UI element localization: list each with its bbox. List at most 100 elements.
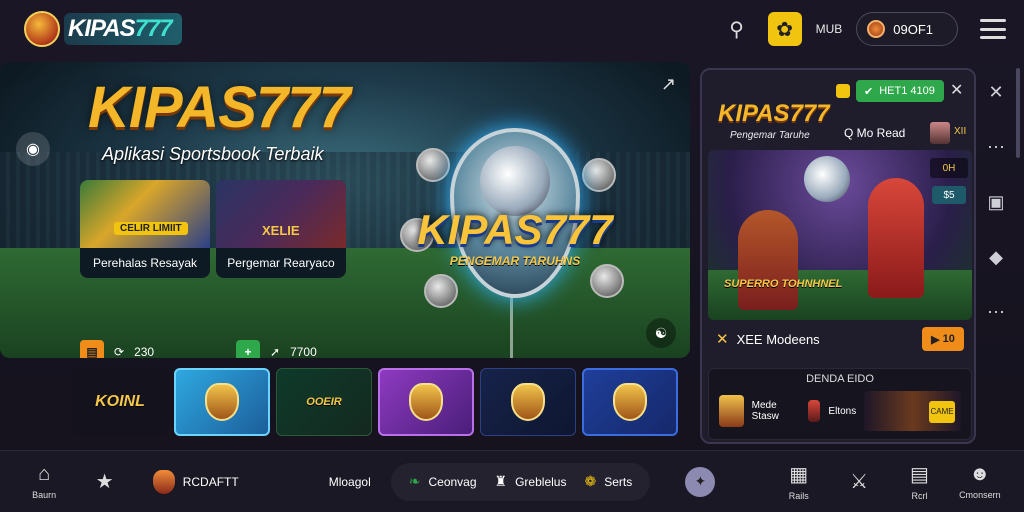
game-tile[interactable] (480, 368, 576, 436)
game-tile[interactable] (378, 368, 474, 436)
box-items: Mede Stasw Eltons CAME (709, 385, 971, 437)
game-tile[interactable] (174, 368, 270, 436)
chip[interactable]: ❁ Serts (584, 473, 632, 490)
coin-icon (590, 264, 624, 298)
media-chip[interactable]: $5 (932, 186, 966, 204)
logo-text: KIPAS777 (64, 13, 182, 45)
nav-label: Rails (788, 491, 809, 501)
promo-label: RCDAFTT (182, 474, 239, 489)
coin-icon (867, 20, 886, 38)
shield-icon: ♜ (494, 473, 508, 489)
settings-icon[interactable]: ✿ (767, 12, 802, 46)
scrollbar[interactable] (1016, 68, 1020, 158)
gift-icon[interactable]: ☯ (646, 318, 676, 348)
chip[interactable]: ❧ Ceonvag (409, 473, 477, 490)
nav-home[interactable]: ⌂ Baurn (14, 463, 74, 500)
flash-icon: ➚ (270, 345, 281, 358)
crest-icon[interactable] (719, 395, 744, 427)
plus-icon[interactable]: + (236, 340, 260, 358)
nav-favorites[interactable]: ★ (74, 469, 134, 494)
box-banner[interactable]: CAME (864, 391, 962, 431)
panel-row[interactable]: ✕ XEE Modeens ▶ 10 (708, 324, 972, 354)
balance-value: 09OF1 (893, 21, 933, 37)
spark-icon: ✦ (685, 466, 716, 497)
user-icon: ☻ (969, 463, 991, 485)
nav-label: Cmonsern (959, 490, 1001, 500)
lock-icon[interactable]: ▣ (987, 192, 1004, 213)
panel-header: ✔ HET1 4109 ✕ KIPAS777 Pengemar Taruhe Q … (708, 76, 974, 146)
avatar (930, 122, 950, 144)
hero-title: KIPAS777 (88, 75, 351, 140)
calendar-icon: ▦ (789, 464, 809, 486)
app-root: KIPAS777 ⚲ ✿ MUB 09OF1 ◉ KIPAS777 Aplika… (0, 0, 1024, 512)
match-label: Pergemar Rearyaco (227, 256, 335, 270)
panel-title: KIPAS777 (718, 100, 830, 127)
side-panel: ✔ HET1 4109 ✕ KIPAS777 Pengemar Taruhe Q … (700, 68, 976, 444)
wallet-icon[interactable]: ▤ (80, 340, 104, 358)
stat-value: 230 (134, 345, 155, 358)
game-tile[interactable]: OOEIR (276, 368, 372, 436)
balance-pill[interactable]: 09OF1 (856, 12, 958, 46)
close-icon[interactable]: ✕ (988, 82, 1003, 103)
ball-icon (804, 156, 850, 202)
logo-badge-icon (24, 11, 60, 47)
top-actions: ⚲ ✿ MUB 09OF1 (720, 12, 1006, 46)
panel-subtitle: Pengemar Taruhe (730, 130, 810, 141)
emblem: KIPAS777 PENGEMAR TARUHNS (400, 128, 630, 344)
media-badge: 0H (930, 158, 968, 178)
home-icon: ⌂ (38, 463, 51, 485)
x-icon: ✕ (716, 331, 729, 348)
game-tile[interactable]: KOINL (72, 368, 168, 436)
stat-row: ▤ ⟳ 230 (80, 340, 154, 358)
nav-doc[interactable]: ▤ Rcrl (889, 462, 949, 501)
match-card[interactable]: CELIR LIMIIT Perehalas Resayak (80, 180, 210, 278)
box-item-label: Mede Stasw (751, 400, 779, 422)
hamburger-icon[interactable] (980, 19, 1006, 39)
panel-media[interactable]: 0H $5 SUPERRO TOHNHNEL (708, 150, 972, 320)
coin-icon (582, 158, 616, 192)
stat-value: 7700 (290, 345, 317, 358)
chat-icon[interactable]: ◉ (16, 132, 50, 166)
user-tag: XII (954, 126, 967, 137)
nav-promo[interactable]: RCDAFTT (152, 469, 239, 494)
game-tile[interactable] (582, 368, 678, 436)
search-icon[interactable]: ⚲ (720, 12, 754, 46)
diamond-icon[interactable]: ◆ (989, 247, 1003, 268)
nav-center-fab[interactable]: ✦ (670, 466, 730, 497)
chip[interactable]: ♜ Greblelus (495, 473, 567, 490)
emblem-word: KIPAS777 (417, 206, 613, 253)
logo[interactable]: KIPAS777 (24, 11, 182, 47)
game-label: KOINL (95, 393, 145, 410)
player-figure (738, 210, 798, 310)
promo-label: HET1 4109 (879, 85, 935, 97)
coin-icon (416, 148, 450, 182)
nav-label: Baurn (32, 490, 57, 500)
close-icon[interactable]: ✕ (950, 80, 963, 100)
nav-flag[interactable]: ⚔ (829, 469, 889, 494)
gear-icon: ❁ (584, 473, 597, 489)
banner-badge: CAME (929, 401, 956, 423)
expand-icon[interactable]: ↗ (661, 74, 676, 95)
hero-banner[interactable]: ◉ KIPAS777 Aplikasi Sportsbook Terbaik ↗… (0, 62, 690, 358)
nav-account[interactable]: ☻ Cmonsern (950, 463, 1010, 500)
nav-calendar[interactable]: ▦ Rails (769, 462, 829, 501)
emblem-tagline: PENGEMAR TARUHNS (449, 254, 581, 268)
player-icon (808, 400, 821, 422)
more-icon[interactable]: ⋯ (987, 302, 1005, 323)
crest-icon (511, 383, 545, 421)
nav-center-label[interactable]: Mloagol (329, 475, 371, 489)
panel-user[interactable]: Q Mo Read (844, 126, 905, 140)
box-title: DENDA EIDO (806, 373, 874, 385)
box-item-label: Eltons (828, 405, 857, 417)
match-card[interactable]: XELIE Pergemar Rearyaco (216, 180, 346, 278)
doc-icon: ▤ (910, 464, 929, 486)
play-button[interactable]: ▶ 10 (922, 327, 964, 351)
more-icon[interactable]: ⋯ (987, 137, 1005, 158)
top-bar: KIPAS777 ⚲ ✿ MUB 09OF1 (0, 0, 1024, 58)
promo-button[interactable]: ✔ HET1 4109 (856, 80, 944, 102)
match-tag: CELIR LIMIIT (114, 222, 188, 235)
media-label: SUPERRO TOHNHNEL (724, 278, 843, 290)
panel-box: DENDA EIDO Mede Stasw Eltons CAME (708, 368, 972, 440)
center-label: Mloagol (328, 474, 371, 489)
refresh-icon: ⟳ (114, 345, 125, 358)
